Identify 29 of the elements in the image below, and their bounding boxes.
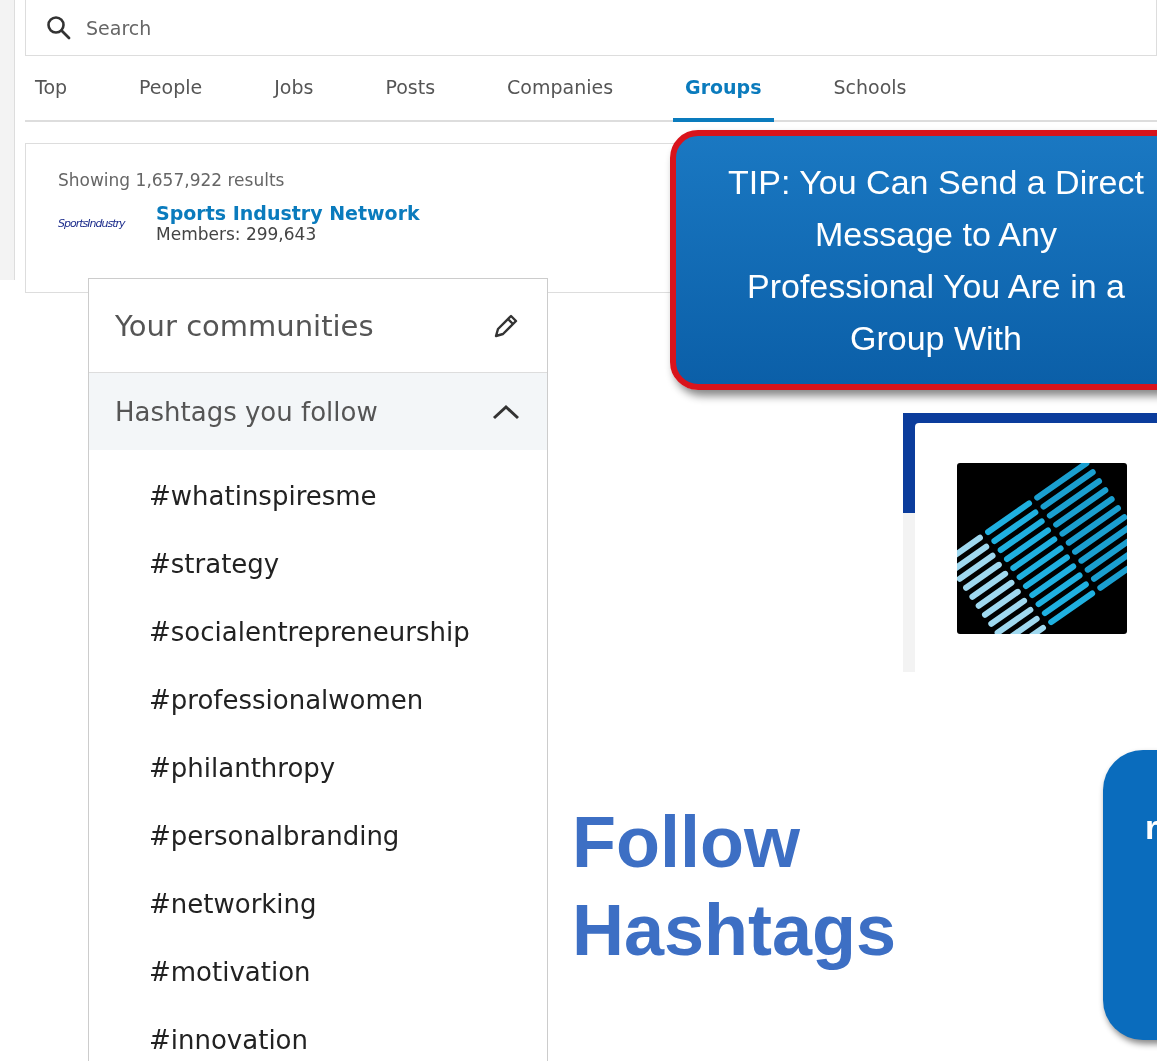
side-callout-text: r [1145,808,1157,847]
hashtag-link[interactable]: #innovation [89,1006,547,1061]
group-name-link[interactable]: Sports Industry Network [156,202,420,224]
search-tab[interactable]: Posts [373,56,448,122]
slide-heading: Follow Hashtags [572,801,898,972]
search-tab[interactable]: Top [25,56,80,122]
search-field[interactable]: Search [25,0,1157,56]
hashtag-link[interactable]: #networking [89,870,547,938]
results-count: Showing 1,657,922 results [58,170,285,190]
hashtag-link[interactable]: #socialentrepreneurship [89,598,547,666]
search-tab[interactable]: Schools [821,56,919,122]
chevron-icon [491,403,521,420]
group-logo: SportsIndustry [58,216,127,230]
hashtag-link[interactable]: #personalbranding [89,802,547,870]
hashtag-link[interactable]: #professionalwomen [89,666,547,734]
member-count: Members: 299,643 [156,224,318,244]
hashtag-link[interactable]: #strategy [89,530,547,598]
hashtags-section-header[interactable]: Hashtags you follow [89,373,547,450]
search-tab[interactable]: Companies [495,56,626,122]
hashtag-link[interactable]: #motivation [89,938,547,1006]
tip-text: TIP: You Can Send a Direct Message to Any Professional You Are in a Group With [727,162,1145,359]
search-tab[interactable]: Jobs [262,56,326,122]
striped-logo-icon [957,463,1127,634]
search-tab[interactable]: People [127,56,215,122]
search-tab[interactable]: Groups [673,56,774,122]
hashtag-link[interactable]: #philanthropy [89,734,547,802]
search-icon [46,14,72,41]
communities-title: Your communities [115,308,374,343]
hashtag-link[interactable]: #whatinspiresme [89,462,547,530]
